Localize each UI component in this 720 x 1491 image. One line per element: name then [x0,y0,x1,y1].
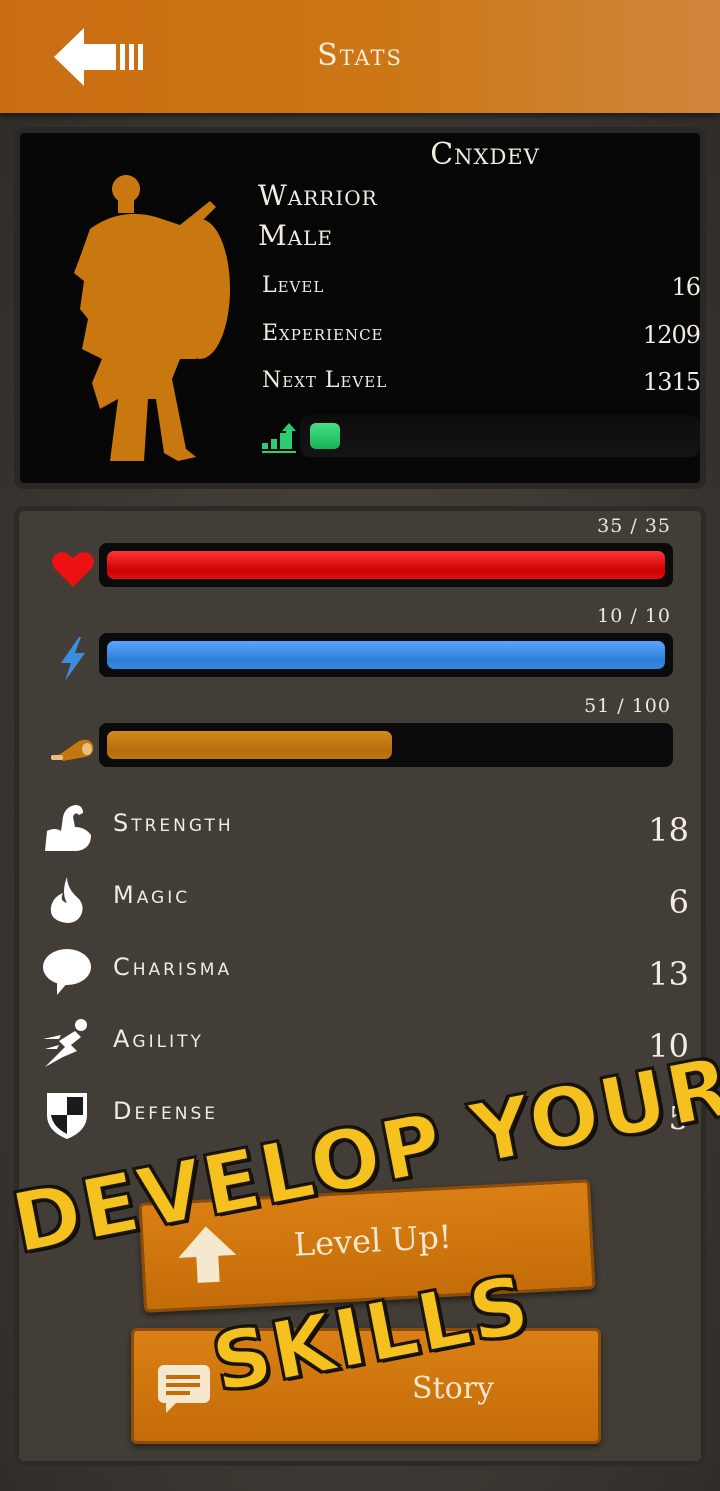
attribute-name: Agility [113,1025,204,1053]
food-bar-fill [107,731,392,759]
character-gender: Male [258,219,333,252]
attribute-name: Defense [113,1097,218,1125]
next-level-row: Next Level 1315 [262,368,701,402]
shield-icon [47,1093,87,1139]
health-value: 35 / 35 [597,515,671,537]
experience-label: Experience [262,321,384,346]
next-level-value: 1315 [642,368,701,396]
health-bar-fill [107,551,665,579]
story-label: Story [412,1371,494,1406]
lightning-icon [61,637,85,681]
character-class: Warrior [258,179,378,212]
character-panel: Cnxdev Warrior Male Level 16 Experience … [14,127,706,489]
experience-progress-fill [310,423,341,449]
attribute-value: 13 [648,955,689,993]
running-figure-icon [43,1019,87,1067]
next-level-label: Next Level [262,368,388,393]
energy-bar-fill [107,641,665,669]
meat-icon [51,739,94,761]
level-row: Level 16 [262,273,701,307]
experience-row: Experience 1209 [262,321,701,355]
speech-bubble-icon [43,949,91,995]
energy-bar [99,633,673,677]
health-bar [99,543,673,587]
food-value: 51 / 100 [584,695,671,717]
attribute-row-charisma: Charisma 13 [41,941,689,1001]
heart-icon [52,552,94,587]
level-up-chart-icon [262,423,296,453]
warrior-silhouette-icon [74,175,230,461]
level-value: 16 [671,273,701,301]
attribute-value: 6 [668,883,689,921]
page-title: Stats [317,38,403,73]
level-label: Level [262,273,325,298]
level-up-label: Level Up! [292,1217,453,1264]
attribute-name: Charisma [113,953,233,981]
character-name: Cnxdev [430,137,540,172]
experience-progress-bar [300,415,700,457]
attribute-value: 18 [648,811,689,849]
attribute-row-magic: Magic 6 [41,869,689,929]
attribute-name: Strength [113,809,234,837]
energy-value: 10 / 10 [597,605,671,627]
experience-value: 1209 [642,321,701,349]
food-bar [99,723,673,767]
attribute-row-strength: Strength 18 [41,797,689,857]
top-bar: Stats [0,0,720,113]
flexed-arm-icon [45,805,91,851]
flame-icon [50,877,83,923]
attribute-name: Magic [113,881,191,909]
message-icon [158,1365,210,1413]
